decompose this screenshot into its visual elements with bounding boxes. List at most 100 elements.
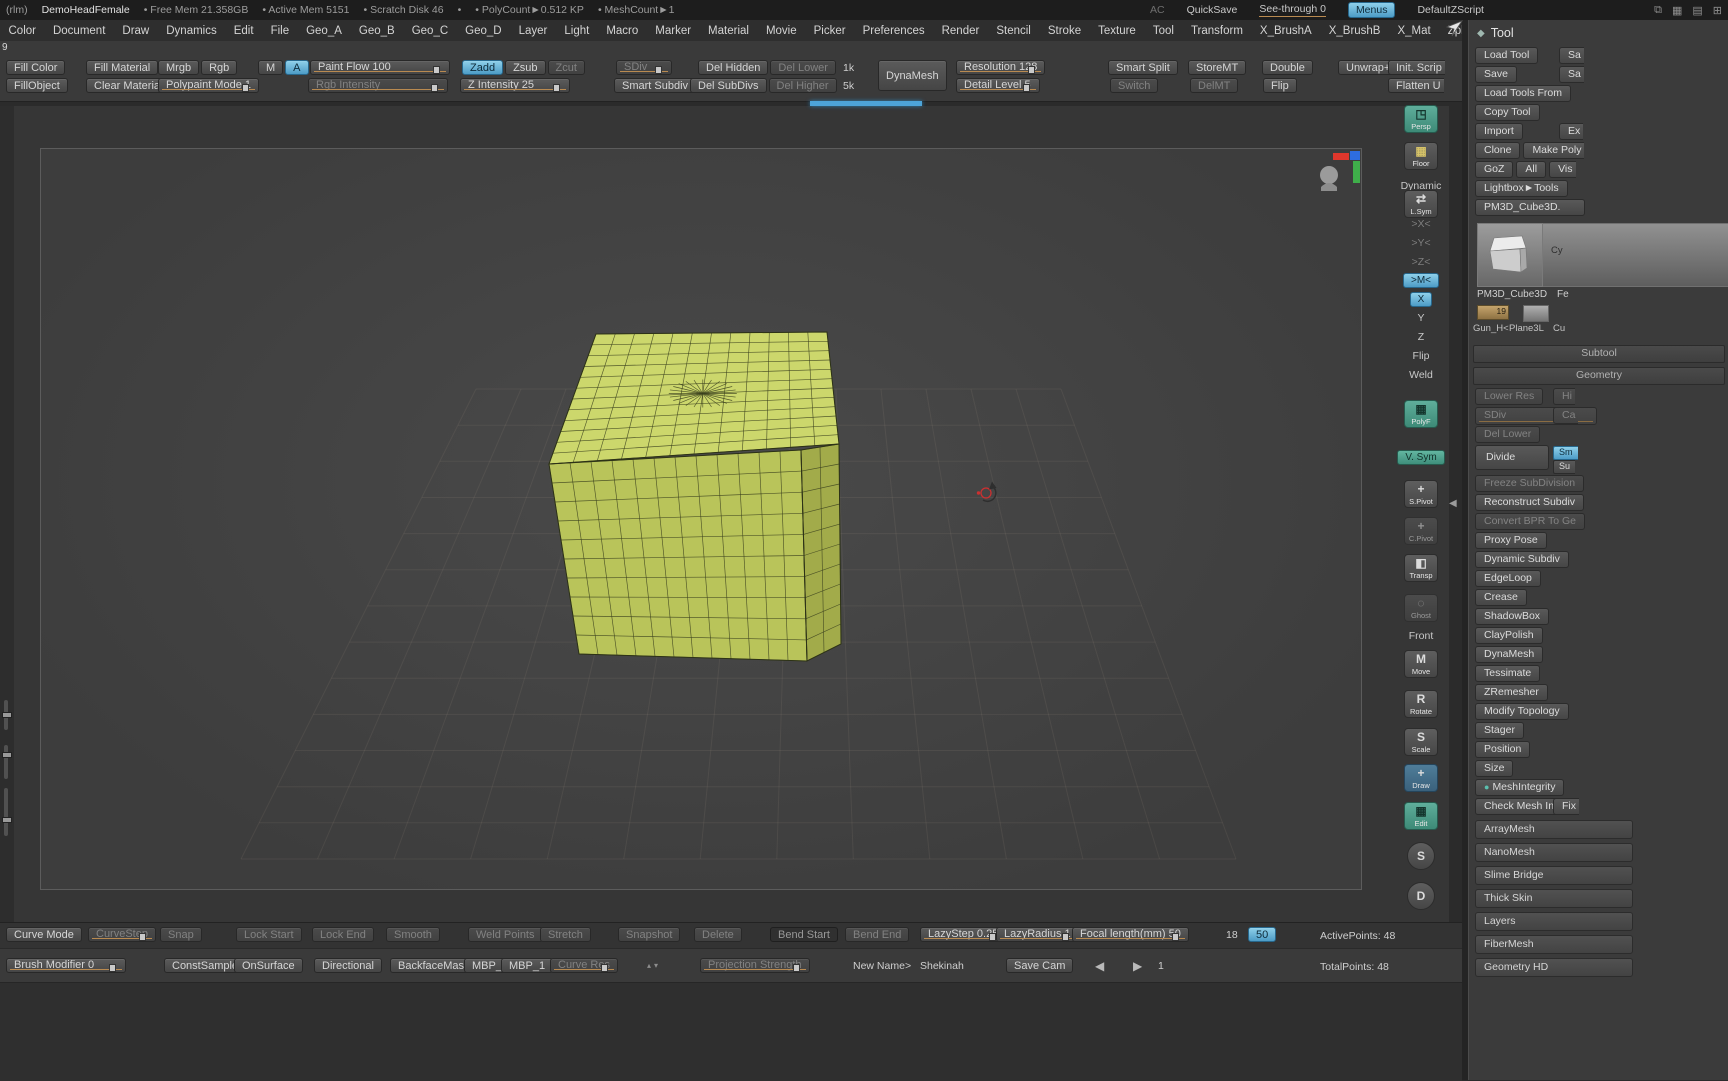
tool-button-make-poly[interactable]: Make Poly [1523, 142, 1585, 159]
rightshelf-flip[interactable]: Flip [1413, 350, 1430, 362]
menu-geo-b[interactable]: Geo_B [350, 25, 403, 37]
menu-transform[interactable]: Transform [1182, 25, 1251, 37]
menu-macro[interactable]: Macro [598, 25, 647, 37]
tool-button-clone[interactable]: Clone [1475, 142, 1521, 159]
rightshelf-z[interactable]: >Z< [1412, 256, 1431, 268]
brush-bar-item[interactable]: ◀ [1088, 958, 1111, 973]
geometry-button-size[interactable]: Size [1475, 760, 1514, 777]
curve-bar-weld-points[interactable]: Weld Points [468, 927, 543, 942]
ghost-icon[interactable]: ◌ Ghost [1404, 594, 1438, 622]
transparency-icon[interactable]: ◧ Transp [1404, 554, 1438, 582]
shelf-button-resolution-128[interactable]: Resolution 128 [956, 60, 1046, 75]
shelf-button-switch[interactable]: Switch [1110, 78, 1159, 93]
rightshelf-weld[interactable]: Weld [1409, 369, 1433, 381]
left-slider-3[interactable] [2, 788, 12, 836]
titlebar-button-menus[interactable]: Menus [1347, 2, 1396, 18]
menu-geo-c[interactable]: Geo_C [403, 25, 456, 37]
tray-collapse-arrow[interactable]: ◀ [1449, 498, 1457, 509]
curve-bar-focal-length-mm-50[interactable]: Focal length(mm) 50 [1072, 927, 1189, 942]
geometry-button-tessimate[interactable]: Tessimate [1475, 665, 1541, 682]
titlebar-button-see-through-0[interactable]: See-through 0 [1259, 3, 1326, 17]
slider-handle[interactable] [2, 712, 12, 718]
brush-bar-item[interactable]: ▴▾ [640, 958, 668, 973]
brush-bar-onsurface[interactable]: OnSurface [234, 958, 303, 973]
curve-bar-lock-start[interactable]: Lock Start [236, 927, 302, 942]
shelf-button-rgb[interactable]: Rgb [201, 60, 238, 75]
tool-thumbnail-gun[interactable]: 19 [1477, 305, 1509, 320]
rightshelf-z[interactable]: Z [1418, 331, 1424, 343]
geometry-button-dynamic-subdiv[interactable]: Dynamic Subdiv [1475, 551, 1569, 568]
polyframe-icon[interactable]: ▦ PolyF [1404, 400, 1438, 428]
shelf-button-1k[interactable]: 1k [841, 60, 856, 75]
tool-button-sa[interactable]: Sa [1559, 66, 1584, 83]
menu-stencil[interactable]: Stencil [988, 25, 1040, 37]
subpalette-arraymesh[interactable]: ArrayMesh [1475, 820, 1633, 839]
geometry-button-proxy-pose[interactable]: Proxy Pose [1475, 532, 1547, 549]
subpalette-nanomesh[interactable]: NanoMesh [1475, 843, 1633, 862]
geometry-toggle-su[interactable]: Su [1553, 460, 1576, 474]
shelf-button-smart-subdiv[interactable]: Smart Subdiv [614, 78, 697, 93]
menu-edit[interactable]: Edit [225, 25, 262, 37]
clear-pivot-icon[interactable]: + C.Pivot [1404, 517, 1438, 545]
tool-button-import[interactable]: Import [1475, 123, 1523, 140]
shelf-button-m[interactable]: M [258, 60, 284, 75]
geometry-button-claypolish[interactable]: ClayPolish [1475, 627, 1543, 644]
subpalette-thick-skin[interactable]: Thick Skin [1475, 889, 1633, 908]
geometry-button-stager[interactable]: Stager [1475, 722, 1524, 739]
shelf-button-a[interactable]: A [285, 60, 309, 75]
geometry-button-dynamesh[interactable]: DynaMesh [1475, 646, 1544, 663]
tool-button-pm3d-cube3d[interactable]: PM3D_Cube3D. [1475, 199, 1585, 216]
curve-bar-smooth[interactable]: Smooth [386, 927, 440, 942]
shelf-button-flip[interactable]: Flip [1263, 78, 1297, 93]
menu-movie[interactable]: Movie [757, 25, 805, 37]
subpalette-geometry-hd[interactable]: Geometry HD [1475, 958, 1633, 977]
grid-icon[interactable]: ▦ [1672, 4, 1682, 17]
titlebar-button-defaultzscript[interactable]: DefaultZScript [1417, 4, 1484, 16]
grid2-icon[interactable]: ⊞ [1713, 4, 1722, 17]
menu-stroke[interactable]: Stroke [1039, 25, 1089, 37]
rightshelf-front[interactable]: Front [1409, 630, 1434, 642]
set-pivot-icon[interactable]: + S.Pivot [1404, 480, 1438, 508]
slider-handle[interactable] [2, 816, 12, 823]
shelf-button-smart-split[interactable]: Smart Split [1108, 60, 1178, 75]
shelf-button-zsub[interactable]: Zsub [505, 60, 546, 75]
shelf-button-polypaint-mode-1[interactable]: Polypaint Mode 1 [158, 78, 259, 93]
brush-bar-mbp-1[interactable]: MBP_1 [501, 958, 554, 973]
menu-render[interactable]: Render [933, 25, 988, 37]
shelf-button-del-hidden[interactable]: Del Hidden [698, 60, 769, 75]
geometry-button-position[interactable]: Position [1475, 741, 1531, 758]
brush-bar-brush-modifier-0[interactable]: Brush Modifier 0 [6, 958, 126, 973]
geometry-button-zremesher[interactable]: ZRemesher [1475, 684, 1548, 701]
geometry-button-meshintegrity[interactable]: ● MeshIntegrity [1475, 779, 1565, 796]
brush-bar-directional[interactable]: Directional [314, 958, 382, 973]
geometry-button-edgeloop[interactable]: EdgeLoop [1475, 570, 1541, 587]
shelf-button-delmt[interactable]: DelMT [1190, 78, 1239, 93]
shelf-button-z-intensity-25[interactable]: Z Intensity 25 [460, 78, 570, 93]
menu-dynamics[interactable]: Dynamics [158, 25, 225, 37]
rightshelf-x[interactable]: X [1409, 292, 1433, 307]
active-tool-thumbnail[interactable] [1477, 223, 1543, 287]
geometry-toggle-sm[interactable]: Sm [1553, 446, 1578, 460]
geometry-button-fix[interactable]: Fix [1553, 798, 1579, 815]
menu-layer[interactable]: Layer [510, 25, 556, 37]
tool-button-all[interactable]: All [1516, 161, 1547, 178]
curve-bar-bend-start[interactable]: Bend Start [770, 927, 838, 942]
rightshelf-y[interactable]: Y [1417, 312, 1424, 324]
edit-icon[interactable]: ▦ Edit [1404, 802, 1438, 830]
draw-icon[interactable]: + Draw [1404, 764, 1438, 792]
curve-bar-snap[interactable]: Snap [160, 927, 202, 942]
camera-head-icon[interactable] [1320, 166, 1338, 191]
brush-bar-projection-strength[interactable]: Projection Strength [700, 958, 810, 973]
menu-geo-a[interactable]: Geo_A [298, 25, 351, 37]
rightshelf-v-sym[interactable]: V. Sym [1397, 450, 1445, 465]
tool-button-lightbox-tools[interactable]: Lightbox►Tools [1475, 180, 1568, 197]
rightshelf-x[interactable]: >X< [1411, 218, 1430, 230]
scale-icon[interactable]: S Scale [1404, 728, 1438, 756]
tool-thumbnail-plane[interactable] [1523, 305, 1549, 322]
shelf-button-fill-material[interactable]: Fill Material [86, 60, 159, 75]
rotate-icon[interactable]: R Rotate [1404, 690, 1438, 718]
geometry-button-shadowbox[interactable]: ShadowBox [1475, 608, 1550, 625]
curve-bar-50[interactable]: 50 [1248, 927, 1277, 942]
menu-light[interactable]: Light [556, 25, 598, 37]
geometry-button-modify-topology[interactable]: Modify Topology [1475, 703, 1569, 720]
